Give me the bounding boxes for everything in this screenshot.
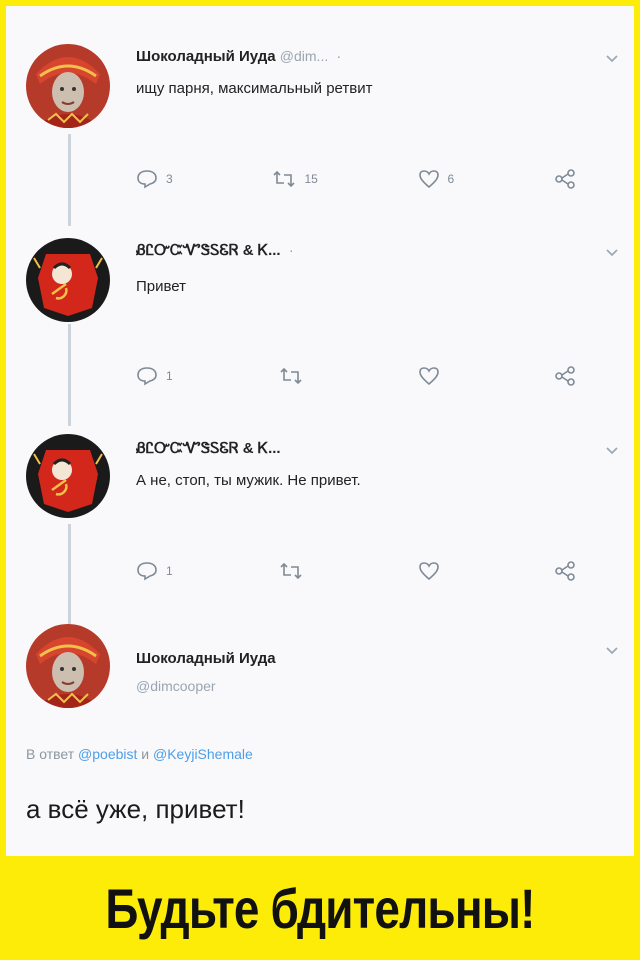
thread-line (68, 324, 71, 426)
author-name[interactable]: ᏰᏝᏅᏨᏉᏕᏚᏋᏒ & Ꮶ... · (136, 242, 294, 259)
share-icon (555, 366, 575, 386)
thread-line (68, 524, 71, 624)
share-icon (555, 561, 575, 581)
retweet-button[interactable] (279, 366, 311, 386)
author-name[interactable]: Шоколадный Иуда @dim... · (136, 48, 341, 65)
like-button[interactable]: 6 (418, 169, 455, 189)
share-button[interactable] (554, 169, 576, 189)
retweet-icon (280, 562, 302, 580)
avatar-user2[interactable] (26, 434, 110, 518)
reply-icon (137, 367, 157, 386)
reply-button[interactable]: 1 (136, 366, 173, 386)
tweet-thread: Шоколадный Иуда @dim... · ищу парня, мак… (6, 6, 634, 856)
avatar-user2[interactable] (26, 238, 110, 322)
avatar-dimcooper[interactable] (26, 44, 110, 128)
chevron-down-icon[interactable] (604, 244, 620, 260)
retweet-icon (273, 170, 296, 188)
separator-dot: · (336, 48, 342, 65)
tweet-actions: 1 (136, 363, 576, 389)
like-button[interactable] (418, 561, 448, 581)
chevron-down-icon[interactable] (604, 642, 620, 658)
reply-icon (137, 170, 157, 189)
like-icon (418, 367, 439, 386)
tweet-text: Привет (136, 278, 187, 295)
like-icon (418, 170, 439, 189)
tweet-text: а всё уже, привет! (26, 794, 245, 824)
like-count: 6 (447, 172, 455, 186)
chevron-down-icon[interactable] (604, 50, 620, 66)
reply-button[interactable]: 3 (136, 169, 173, 189)
reply-context: В ответ @poebist и @KeyjiShemale (26, 746, 253, 762)
reply-count: 3 (166, 172, 173, 186)
author-name[interactable]: ᏰᏝᏅᏨᏉᏕᏚᏋᏒ & Ꮶ... (136, 440, 281, 457)
reply-button[interactable]: 1 (136, 561, 173, 581)
avatar-dimcooper[interactable] (26, 624, 110, 708)
like-icon (418, 562, 439, 581)
separator-dot: · (288, 242, 294, 259)
reply-count: 1 (166, 564, 173, 578)
author-handle[interactable]: @dimcooper (136, 678, 216, 694)
reply-conjunction: и (141, 746, 150, 762)
retweet-button[interactable] (279, 561, 311, 581)
reply-icon (137, 562, 157, 581)
thread-line (68, 134, 71, 226)
like-button[interactable] (418, 366, 448, 386)
retweet-button[interactable]: 15 (272, 169, 318, 189)
meme-caption: Будьте бдительны! (105, 876, 535, 940)
author-name-text[interactable]: ᏰᏝᏅᏨᏉᏕᏚᏋᏒ & Ꮶ... (136, 242, 281, 259)
reply-prefix: В ответ (26, 746, 75, 762)
author-name-text[interactable]: Шоколадный Иуда (136, 48, 276, 65)
share-icon (555, 169, 575, 189)
retweet-icon (280, 367, 302, 385)
share-button[interactable] (554, 366, 576, 386)
mention-link[interactable]: @poebist (78, 746, 137, 762)
tweet-text: А не, стоп, ты мужик. Не привет. (136, 472, 361, 489)
chevron-down-icon[interactable] (604, 442, 620, 458)
tweet-text: ищу парня, максимальный ретвит (136, 80, 373, 97)
reply-count: 1 (166, 369, 173, 383)
mention-link[interactable]: @KeyjiShemale (153, 746, 253, 762)
share-button[interactable] (554, 561, 576, 581)
author-name-text[interactable]: ᏰᏝᏅᏨᏉᏕᏚᏋᏒ & Ꮶ... (136, 440, 281, 457)
retweet-count: 15 (304, 172, 318, 186)
author-handle[interactable]: @dim... (280, 48, 328, 64)
tweet-actions: 3 15 6 (136, 166, 576, 192)
author-name[interactable]: Шоколадный Иуда (136, 650, 276, 667)
tweet-actions: 1 (136, 558, 576, 584)
